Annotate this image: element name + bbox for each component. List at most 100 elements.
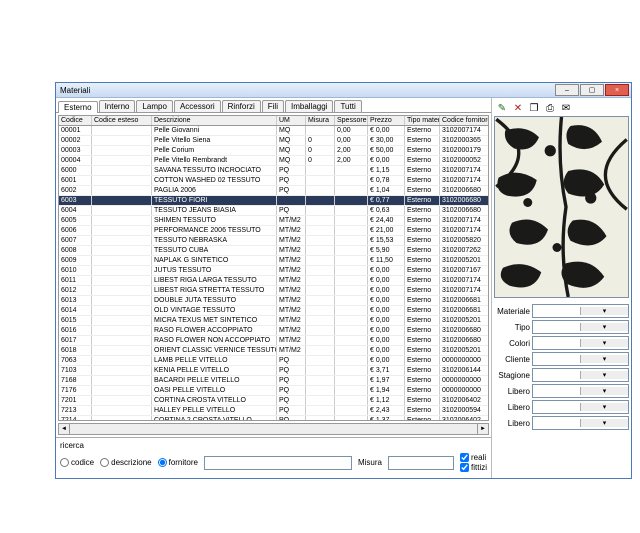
cell-um: MQ — [277, 136, 306, 146]
tab-rinforzi[interactable]: Rinforzi — [222, 100, 261, 112]
table-row[interactable]: 6012LIBEST RIGA STRETTA TESSUTOMT/M2€ 0,… — [59, 286, 489, 296]
table-row[interactable]: 6010JUTUS TESSUTOMT/M2€ 0,00Esterno31020… — [59, 266, 489, 276]
tabs-bar: EsternoInternoLampoAccessoriRinforziFili… — [56, 98, 491, 113]
cell-cod_forn: 3102006402 — [440, 416, 490, 422]
column-header[interactable]: Codice esteso — [92, 116, 152, 126]
chk-fittizi[interactable]: fittizi — [460, 463, 487, 472]
cell-cod_forn: 3102007174 — [440, 216, 490, 226]
table-row[interactable]: 6003TESSUTO FIORI€ 0,77Esterno3102006680 — [59, 196, 489, 206]
column-header[interactable]: Misura — [306, 116, 335, 126]
cell-tipo: Esterno — [405, 256, 440, 266]
column-header[interactable]: Tipo materiale — [405, 116, 440, 126]
misura-input[interactable] — [388, 456, 454, 470]
titlebar[interactable]: Materiali – ▢ × — [56, 83, 631, 98]
table-row[interactable]: 7214CORTINA 2 CROSTA VITELLOPQ€ 1,37Este… — [59, 416, 489, 422]
chk-reali[interactable]: reali — [460, 453, 487, 462]
table-row[interactable]: 7168BACARDI PELLE VITELLOPQ€ 1,97Esterno… — [59, 376, 489, 386]
h-scrollbar[interactable]: ◄ ► — [58, 423, 489, 435]
tab-fili[interactable]: Fili — [262, 100, 284, 112]
cell-prezzo: € 0,00 — [368, 356, 405, 366]
column-header[interactable]: Codice — [59, 116, 92, 126]
radio-codice[interactable]: codice — [60, 458, 94, 467]
chevron-down-icon[interactable]: ▾ — [580, 419, 628, 427]
tab-accessori[interactable]: Accessori — [174, 100, 221, 112]
table-row[interactable]: 7201CORTINA CROSTA VITELLOPQ€ 1,12Estern… — [59, 396, 489, 406]
column-header[interactable]: Descrizione — [152, 116, 277, 126]
table-row[interactable]: 6011LIBEST RIGA LARGA TESSUTOMT/M2€ 0,00… — [59, 276, 489, 286]
export-icon[interactable]: ⎙ — [544, 102, 556, 114]
tab-esterno[interactable]: Esterno — [58, 101, 98, 113]
filter-row-cliente: Cliente▾ — [494, 352, 629, 366]
tab-imballaggi[interactable]: Imballaggi — [285, 100, 333, 112]
table-row[interactable]: 00001Pelle GiovanniMQ0,00€ 0,00Esterno31… — [59, 126, 489, 136]
search-input[interactable] — [204, 456, 352, 470]
cell-descrizione: Pelle Vitello Rembrandt — [152, 156, 277, 166]
filter-combo[interactable]: ▾ — [532, 320, 629, 334]
filter-combo[interactable]: ▾ — [532, 352, 629, 366]
cell-spessore — [335, 316, 368, 326]
filter-combo[interactable]: ▾ — [532, 336, 629, 350]
edit-icon[interactable]: ✎ — [496, 102, 508, 114]
chevron-down-icon[interactable]: ▾ — [580, 307, 628, 315]
scroll-right-icon[interactable]: ► — [477, 423, 489, 435]
filter-combo[interactable]: ▾ — [532, 400, 629, 414]
filter-combo[interactable]: ▾ — [532, 384, 629, 398]
table-row[interactable]: 6008TESSUTO CUBAMT/M2€ 5,90Esterno310200… — [59, 246, 489, 256]
chevron-down-icon[interactable]: ▾ — [580, 339, 628, 347]
chevron-down-icon[interactable]: ▾ — [580, 355, 628, 363]
table-row[interactable]: 6002PAGLIA 2006PQ€ 1,04Esterno3102006680 — [59, 186, 489, 196]
table-row[interactable]: 6015MICRA TEXUS MET SINTETICOMT/M2€ 0,00… — [59, 316, 489, 326]
delete-icon[interactable]: ✕ — [512, 102, 524, 114]
table-row[interactable]: 6018ORIENT CLASSIC VERNICE TESSUTOMT/M2€… — [59, 346, 489, 356]
column-header[interactable]: Spessore — [335, 116, 368, 126]
maximize-button[interactable]: ▢ — [580, 84, 604, 96]
scroll-left-icon[interactable]: ◄ — [58, 423, 70, 435]
cell-um: PQ — [277, 176, 306, 186]
cell-tipo: Esterno — [405, 236, 440, 246]
table-row[interactable]: 00003Pelle CoriumMQ02,00€ 50,00Esterno31… — [59, 146, 489, 156]
tab-tutti[interactable]: Tutti — [334, 100, 361, 112]
table-row[interactable]: 7063LAMB PELLE VITELLOPQ€ 0,00Esterno000… — [59, 356, 489, 366]
filter-combo[interactable]: ▾ — [532, 416, 629, 430]
table-row[interactable]: 6009NAPLAK G SINTETICOMT/M2€ 11,50Estern… — [59, 256, 489, 266]
materials-table-container[interactable]: CodiceCodice estesoDescrizioneUMMisuraSp… — [58, 115, 489, 421]
table-row[interactable]: 6016RASO FLOWER ACCOPPIATOMT/M2€ 0,00Est… — [59, 326, 489, 336]
cell-codice_esteso — [92, 256, 152, 266]
chevron-down-icon[interactable]: ▾ — [580, 403, 628, 411]
column-header[interactable]: UM — [277, 116, 306, 126]
send-icon[interactable]: ✉ — [560, 102, 572, 114]
tab-interno[interactable]: Interno — [99, 100, 136, 112]
radio-fornitore[interactable]: fornitore — [158, 458, 198, 467]
table-row[interactable]: 6017RASO FLOWER NON ACCOPPIATOMT/M2€ 0,0… — [59, 336, 489, 346]
table-row[interactable]: 6013DOUBLE JUTA TESSUTOMT/M2€ 0,00Estern… — [59, 296, 489, 306]
filter-combo[interactable]: ▾ — [532, 368, 629, 382]
table-row[interactable]: 6007TESSUTO NEBRASKAMT/M2€ 15,53Esterno3… — [59, 236, 489, 246]
column-header[interactable]: Codice fornitore — [440, 116, 490, 126]
table-row[interactable]: 7103KENIA PELLE VITELLOPQ€ 3,71Esterno31… — [59, 366, 489, 376]
cell-codice: 6016 — [59, 326, 92, 336]
table-row[interactable]: 00002Pelle Vitello SienaMQ00,00€ 30,00Es… — [59, 136, 489, 146]
cell-cod_forn: 3102006681 — [440, 306, 490, 316]
copy-icon[interactable]: ❐ — [528, 102, 540, 114]
table-row[interactable]: 6001COTTON WASHED 02 TESSUTOPQ€ 0,78Este… — [59, 176, 489, 186]
table-row[interactable]: 6005SHIMEN TESSUTOMT/M2€ 24,40Esterno310… — [59, 216, 489, 226]
filter-combo[interactable]: ▾ — [532, 304, 629, 318]
close-button[interactable]: × — [605, 84, 629, 96]
tab-lampo[interactable]: Lampo — [136, 100, 172, 112]
cell-cod_forn: 0000000000 — [440, 356, 490, 366]
chevron-down-icon[interactable]: ▾ — [580, 323, 628, 331]
column-header[interactable]: Prezzo — [368, 116, 405, 126]
table-row[interactable]: 00004Pelle Vitello RembrandtMQ02,00€ 0,0… — [59, 156, 489, 166]
table-row[interactable]: 6000SAVANA TESSUTO INCROCIATOPQ€ 1,15Est… — [59, 166, 489, 176]
minimize-button[interactable]: – — [555, 84, 579, 96]
table-row[interactable]: 7176OASI PELLE VITELLOPQ€ 1,94Esterno000… — [59, 386, 489, 396]
chevron-down-icon[interactable]: ▾ — [580, 387, 628, 395]
table-row[interactable]: 6004TESSUTO JEANS BIASIAPQ€ 0,63Esterno3… — [59, 206, 489, 216]
radio-descrizione[interactable]: descrizione — [100, 458, 151, 467]
table-row[interactable]: 6006PERFORMANCE 2006 TESSUTOMT/M2€ 21,00… — [59, 226, 489, 236]
cell-spessore — [335, 226, 368, 236]
cell-um: MT/M2 — [277, 226, 306, 236]
table-row[interactable]: 7213HALLEY PELLE VITELLOPQ€ 2,43Esterno3… — [59, 406, 489, 416]
table-row[interactable]: 6014OLD VINTAGE TESSUTOMT/M2€ 0,00Estern… — [59, 306, 489, 316]
chevron-down-icon[interactable]: ▾ — [580, 371, 628, 379]
